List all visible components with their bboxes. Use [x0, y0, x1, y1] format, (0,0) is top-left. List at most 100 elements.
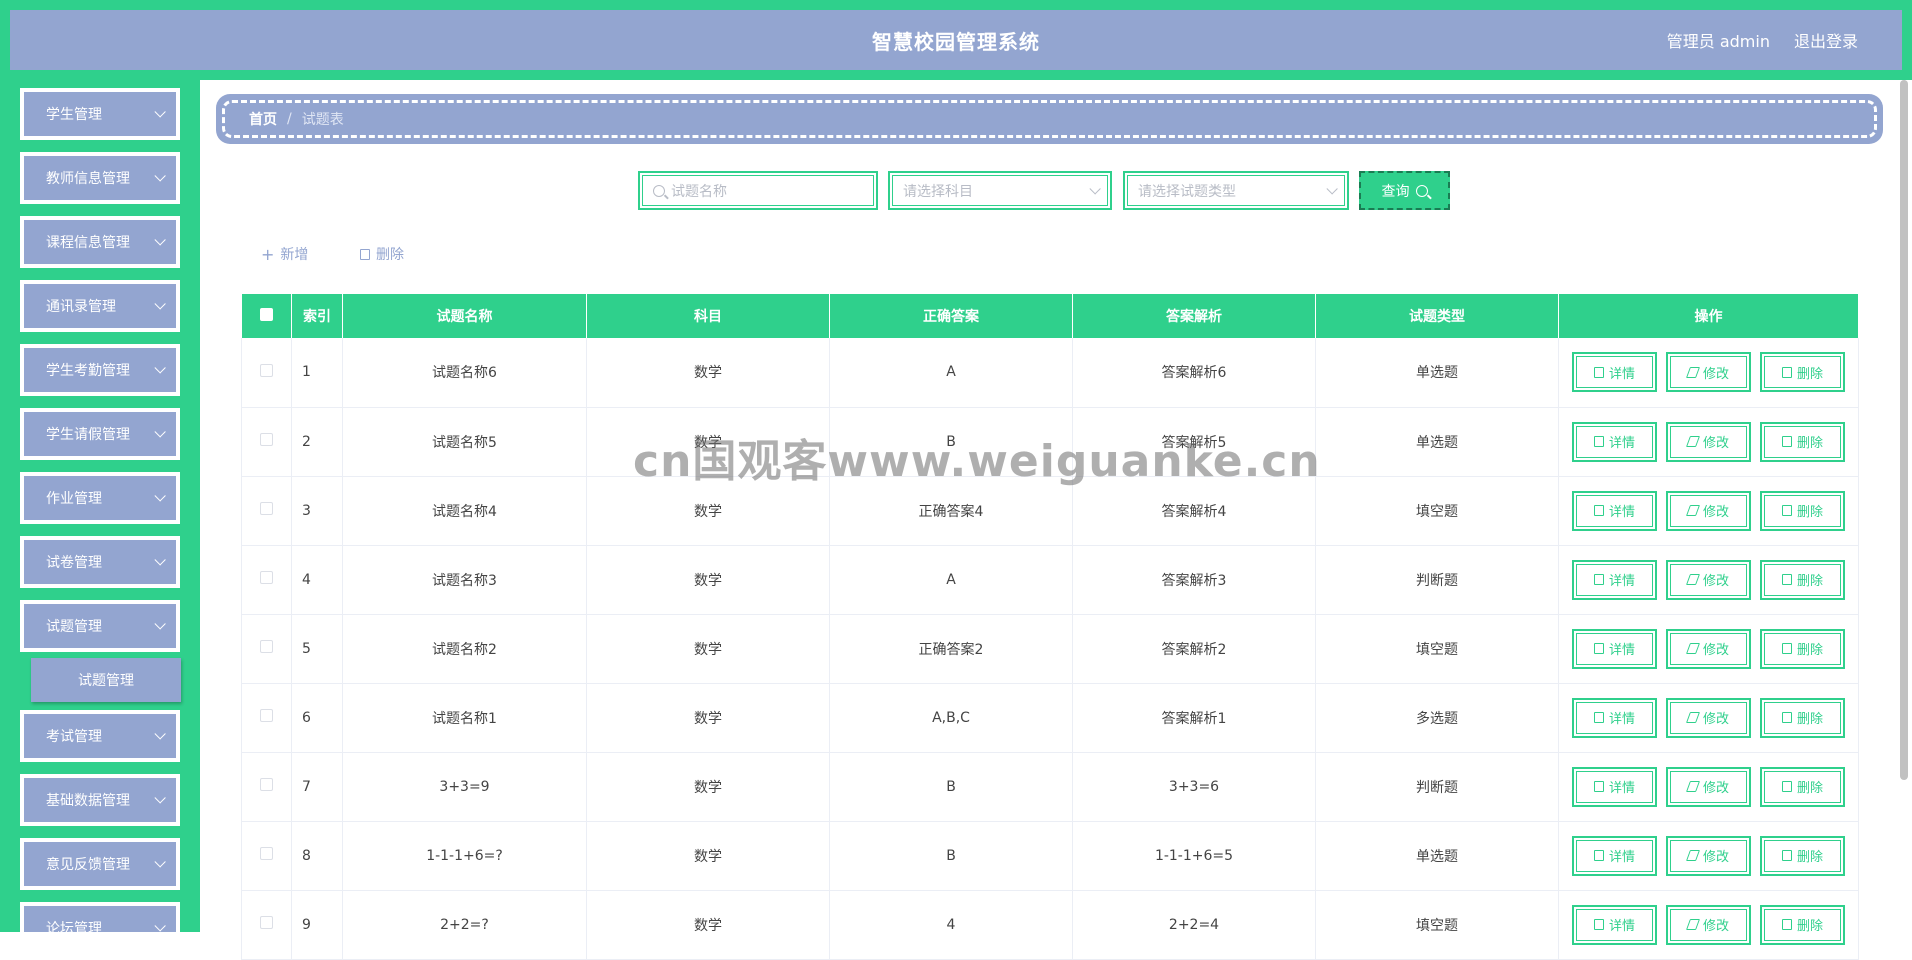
cell-analysis: 3+3=6	[1072, 752, 1316, 822]
sidebar-item-leave[interactable]: 学生请假管理	[20, 408, 180, 460]
cell-analysis: 答案解析5	[1072, 407, 1316, 477]
add-button-label: 新增	[280, 247, 309, 263]
chevron-down-icon	[154, 490, 166, 502]
pencil-icon	[1685, 850, 1700, 861]
sidebar-item-base-data[interactable]: 基础数据管理	[20, 774, 180, 826]
edit-button[interactable]: 修改	[1666, 628, 1751, 669]
table-row: 2 试题名称5 数学 B 答案解析5 单选题 详情 修改 删除	[241, 407, 1859, 477]
logout-link[interactable]: 退出登录	[1794, 28, 1858, 52]
detail-button[interactable]: 详情	[1572, 490, 1657, 531]
cell-subject: 数学	[586, 614, 830, 684]
cell-index: 3	[291, 476, 343, 546]
detail-button-label: 详情	[1608, 850, 1635, 865]
sidebar-item-feedback[interactable]: 意见反馈管理	[20, 838, 180, 890]
detail-button[interactable]: 详情	[1572, 835, 1657, 876]
breadcrumb: 首页 / 试题表	[216, 94, 1883, 144]
delete-button[interactable]: 删除	[1760, 421, 1845, 462]
sidebar-item-label: 学生管理	[46, 107, 102, 123]
delete-button[interactable]: 删除	[1760, 352, 1845, 393]
sidebar-item-contacts[interactable]: 通讯录管理	[20, 280, 180, 332]
table-row: 6 试题名称1 数学 A,B,C 答案解析1 多选题 详情 修改 删除	[241, 683, 1859, 753]
row-checkbox[interactable]	[241, 821, 292, 891]
scrollbar[interactable]	[1900, 80, 1908, 780]
detail-button[interactable]: 详情	[1572, 628, 1657, 669]
row-checkbox[interactable]	[241, 545, 292, 615]
delete-button[interactable]: 删除	[1760, 697, 1845, 738]
delete-button[interactable]: 删除	[1760, 628, 1845, 669]
edit-button[interactable]: 修改	[1666, 766, 1751, 807]
sidebar-item-teacher[interactable]: 教师信息管理	[20, 152, 180, 204]
delete-button-label: 删除	[1796, 781, 1823, 796]
delete-button[interactable]: 删除	[1760, 904, 1845, 945]
sidebar-subitem-question[interactable]: 试题管理	[31, 658, 181, 702]
checkbox-icon	[260, 571, 273, 584]
sidebar-item-label: 学生考勤管理	[46, 363, 130, 379]
document-icon	[1593, 919, 1604, 930]
sidebar-item-homework[interactable]: 作业管理	[20, 472, 180, 524]
sidebar-item-label: 学生请假管理	[46, 427, 130, 443]
row-checkbox[interactable]	[241, 683, 292, 753]
document-icon	[1593, 505, 1604, 516]
table-row: 5 试题名称2 数学 正确答案2 答案解析2 填空题 详情 修改 删除	[241, 614, 1859, 684]
query-button[interactable]: 查询	[1359, 171, 1450, 210]
detail-button[interactable]: 详情	[1572, 559, 1657, 600]
detail-button[interactable]: 详情	[1572, 421, 1657, 462]
cell-question-type: 单选题	[1315, 821, 1559, 891]
delete-button[interactable]: 删除	[1760, 766, 1845, 807]
row-actions: 详情 修改 删除	[1559, 559, 1858, 600]
chevron-down-icon	[154, 106, 166, 118]
sidebar-item-exam-paper[interactable]: 试卷管理	[20, 536, 180, 588]
row-checkbox[interactable]	[241, 338, 292, 408]
chevron-down-icon	[154, 170, 166, 182]
pencil-icon	[1685, 505, 1700, 516]
question-type-select[interactable]: 请选择试题类型	[1123, 171, 1349, 210]
cell-index: 4	[291, 545, 343, 615]
delete-button[interactable]: 删除	[1760, 490, 1845, 531]
detail-button-label: 详情	[1608, 643, 1635, 658]
delete-button[interactable]: 删除	[1760, 559, 1845, 600]
row-checkbox[interactable]	[241, 476, 292, 546]
edit-button[interactable]: 修改	[1666, 904, 1751, 945]
sidebar-item-attendance[interactable]: 学生考勤管理	[20, 344, 180, 396]
document-icon	[1593, 574, 1604, 585]
edit-button[interactable]: 修改	[1666, 559, 1751, 600]
header-user-area: 管理员 admin 退出登录	[1667, 10, 1858, 70]
edit-button-label: 修改	[1702, 574, 1729, 589]
add-button[interactable]: + 新增	[261, 244, 308, 264]
edit-button[interactable]: 修改	[1666, 490, 1751, 531]
cell-question-type: 填空题	[1315, 476, 1559, 546]
edit-button[interactable]: 修改	[1666, 421, 1751, 462]
detail-button-label: 详情	[1608, 919, 1635, 934]
row-checkbox[interactable]	[241, 890, 292, 960]
select-all-checkbox[interactable]	[241, 294, 292, 338]
user-name[interactable]: 管理员 admin	[1667, 28, 1770, 52]
detail-button[interactable]: 详情	[1572, 766, 1657, 807]
checkbox-icon	[260, 709, 273, 722]
detail-button[interactable]: 详情	[1572, 352, 1657, 393]
edit-button[interactable]: 修改	[1666, 352, 1751, 393]
detail-button[interactable]: 详情	[1572, 904, 1657, 945]
sidebar-item-forum[interactable]: 论坛管理	[20, 902, 180, 932]
sidebar-item-label: 考试管理	[46, 729, 102, 745]
sidebar-item-course[interactable]: 课程信息管理	[20, 216, 180, 268]
batch-delete-button[interactable]: 删除	[360, 244, 404, 264]
subject-select[interactable]: 请选择科目	[888, 171, 1112, 210]
edit-button[interactable]: 修改	[1666, 697, 1751, 738]
row-checkbox[interactable]	[241, 614, 292, 684]
search-name-input[interactable]: 试题名称	[638, 171, 878, 210]
edit-button[interactable]: 修改	[1666, 835, 1751, 876]
breadcrumb-home[interactable]: 首页	[249, 109, 277, 129]
sidebar-item-question[interactable]: 试题管理	[20, 600, 180, 652]
sidebar-item-label: 意见反馈管理	[46, 857, 130, 873]
sidebar-item-exam[interactable]: 考试管理	[20, 710, 180, 762]
cell-question-name: 试题名称1	[342, 683, 587, 753]
delete-button[interactable]: 删除	[1760, 835, 1845, 876]
row-checkbox[interactable]	[241, 752, 292, 822]
checkbox-icon	[260, 433, 273, 446]
row-checkbox[interactable]	[241, 407, 292, 477]
cell-subject: 数学	[586, 407, 830, 477]
chevron-down-icon	[154, 920, 166, 932]
detail-button[interactable]: 详情	[1572, 697, 1657, 738]
trash-icon	[1781, 505, 1792, 516]
sidebar-item-student[interactable]: 学生管理	[20, 88, 180, 140]
